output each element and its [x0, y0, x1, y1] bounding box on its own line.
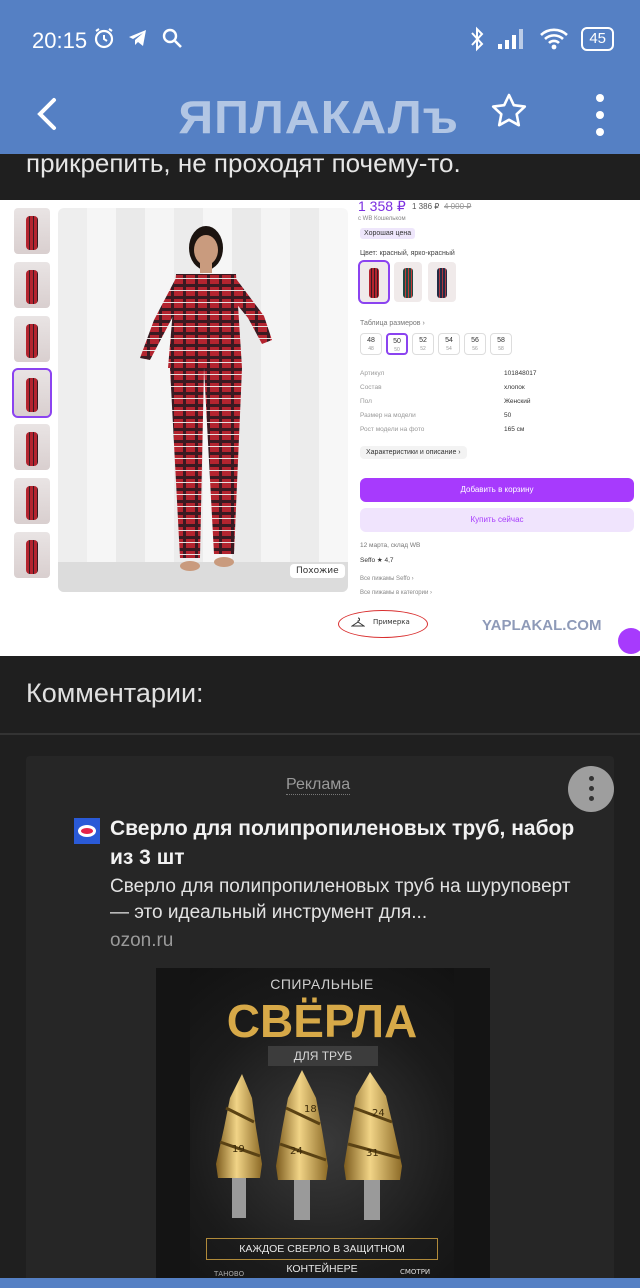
chat-bubble-icon[interactable]: [618, 628, 640, 654]
ad-image[interactable]: СПИРАЛЬНЫЕ СВЁРЛА ДЛЯ ТРУБ 19 24 18 24 3…: [156, 968, 490, 1288]
spec-row: Состав хлопок: [360, 384, 525, 391]
site-logo[interactable]: ЯПЛАКАЛъ: [178, 90, 459, 144]
more-vertical-icon[interactable]: [592, 92, 608, 138]
hanger-icon: [351, 617, 365, 627]
post-text: прикрепить, не проходят почему-то.: [0, 154, 640, 200]
price-old: 4 000 ₽: [444, 202, 472, 211]
watermark: YAPLAKAL.COM: [482, 617, 602, 634]
bottom-bar: [0, 1278, 640, 1288]
size-option-selected[interactable]: 50 50: [386, 333, 408, 355]
all-pajamas-link[interactable]: Все пижамы Seffo ›: [360, 576, 414, 582]
spec-table: Артикул 101848017 Состав хлопок Пол Женский…: [360, 370, 630, 440]
drill-label: 18: [304, 1104, 317, 1115]
ad-domain[interactable]: ozon.ru: [110, 930, 173, 952]
ad-label: Реклама: [286, 776, 351, 795]
drill-label: 24: [372, 1108, 385, 1119]
ad-image-caption: КАЖДОЕ СВЕРЛО В ЗАЩИТНОМ КОНТЕЙНЕРЕ: [206, 1238, 438, 1275]
thumbnail[interactable]: [14, 208, 50, 254]
price-wallet: 1 386 ₽: [412, 202, 440, 211]
buy-now-button[interactable]: Купить сейчас: [360, 508, 634, 532]
search-icon: [162, 28, 182, 48]
signal-icon: [498, 29, 524, 49]
comments-heading: Комментарии:: [26, 678, 204, 708]
ozon-logo-icon: [74, 818, 100, 844]
size-option[interactable]: 54 54: [438, 333, 460, 355]
seller-info[interactable]: Seffo ★ 4,7: [360, 556, 394, 564]
alarm-icon: [94, 28, 114, 49]
color-swatch-red[interactable]: [358, 260, 390, 304]
ad-image-bottom-right: СМОТРИ: [400, 1268, 431, 1276]
characteristics-button[interactable]: Характеристики и описание ›: [360, 446, 467, 459]
ad-description: Сверло для полипропиленовых труб на шуру…: [110, 876, 571, 923]
ad-image-top-text: СПИРАЛЬНЫЕ: [270, 976, 374, 992]
thumbnail-more[interactable]: [14, 532, 50, 578]
app-bar: ЯПЛАКАЛъ: [0, 80, 640, 154]
color-swatches: [358, 260, 456, 304]
size-option[interactable]: 52 52: [412, 333, 434, 355]
color-label: Цвет: красный, ярко-красный: [360, 250, 455, 257]
spec-row: Размер на модели 50: [360, 412, 512, 419]
model-figure: [140, 226, 272, 571]
thumbnail-strip: [12, 208, 52, 586]
color-swatch-green[interactable]: [394, 262, 422, 302]
size-options: 48 48 50 50 52 52 54 54 56 56 58 58: [360, 333, 512, 355]
drill-label: 19: [232, 1144, 245, 1155]
drill-label: 31: [366, 1148, 379, 1159]
wifi-icon: [540, 28, 569, 50]
ad-image-subheadline: ДЛЯ ТРУБ: [268, 1046, 378, 1066]
spec-row: Пол Женский: [360, 398, 531, 405]
thumbnail[interactable]: [14, 478, 50, 524]
thumbnail[interactable]: [14, 262, 50, 308]
size-table-link[interactable]: Таблица размеров ›: [360, 320, 425, 327]
ad-image-bottom-left: ТАНОВО: [214, 1270, 245, 1278]
fitting-label[interactable]: Примерка: [373, 618, 410, 626]
ad-card[interactable]: Реклама Сверло для полипропиленовых труб…: [26, 756, 614, 1288]
telegram-icon: [129, 30, 146, 46]
back-arrow-icon[interactable]: [32, 94, 62, 134]
status-time: 20:15: [32, 28, 88, 53]
size-option[interactable]: 56 56: [464, 333, 486, 355]
ad-more-button[interactable]: [568, 766, 614, 812]
divider: [0, 733, 640, 735]
status-bar: 20:15 45: [0, 0, 640, 80]
add-to-cart-button[interactable]: Добавить в корзину: [360, 478, 634, 502]
thumbnail[interactable]: [14, 316, 50, 362]
post-image[interactable]: Похожие 1 358 ₽ 1 386 ₽ 4 000 ₽ с WB Кош…: [0, 200, 640, 656]
fitting-highlight: Примерка: [338, 610, 428, 638]
color-swatch-navy[interactable]: [428, 262, 456, 302]
thumbnail-active[interactable]: [12, 368, 52, 418]
delivery-info: 12 марта, склад WB: [360, 542, 421, 549]
battery-indicator: 45: [581, 27, 614, 51]
favorite-star-icon[interactable]: [490, 90, 528, 134]
post-text-fragment: прикрепить, не проходят почему-то.: [26, 154, 461, 178]
product-photo: Похожие: [58, 208, 348, 592]
ad-image-headline: СВЁРЛА: [226, 995, 418, 1047]
ad-title[interactable]: Сверло для полипропиленовых труб, набор …: [110, 814, 580, 872]
spec-row: Артикул 101848017: [360, 370, 537, 377]
drill-label: 24: [290, 1146, 303, 1157]
bluetooth-icon: [471, 26, 484, 52]
spec-row: Рост модели на фото 165 см: [360, 426, 525, 433]
size-option[interactable]: 58 58: [490, 333, 512, 355]
all-category-link[interactable]: Все пижамы в категории ›: [360, 590, 432, 596]
good-price-badge: Хорошая цена: [360, 228, 416, 239]
size-option[interactable]: 48 48: [360, 333, 382, 355]
thumbnail[interactable]: [14, 424, 50, 470]
product-price: 1 358 ₽: [358, 200, 406, 214]
wallet-note: с WB Кошельком: [358, 216, 406, 222]
similar-button[interactable]: Похожие: [290, 564, 345, 578]
